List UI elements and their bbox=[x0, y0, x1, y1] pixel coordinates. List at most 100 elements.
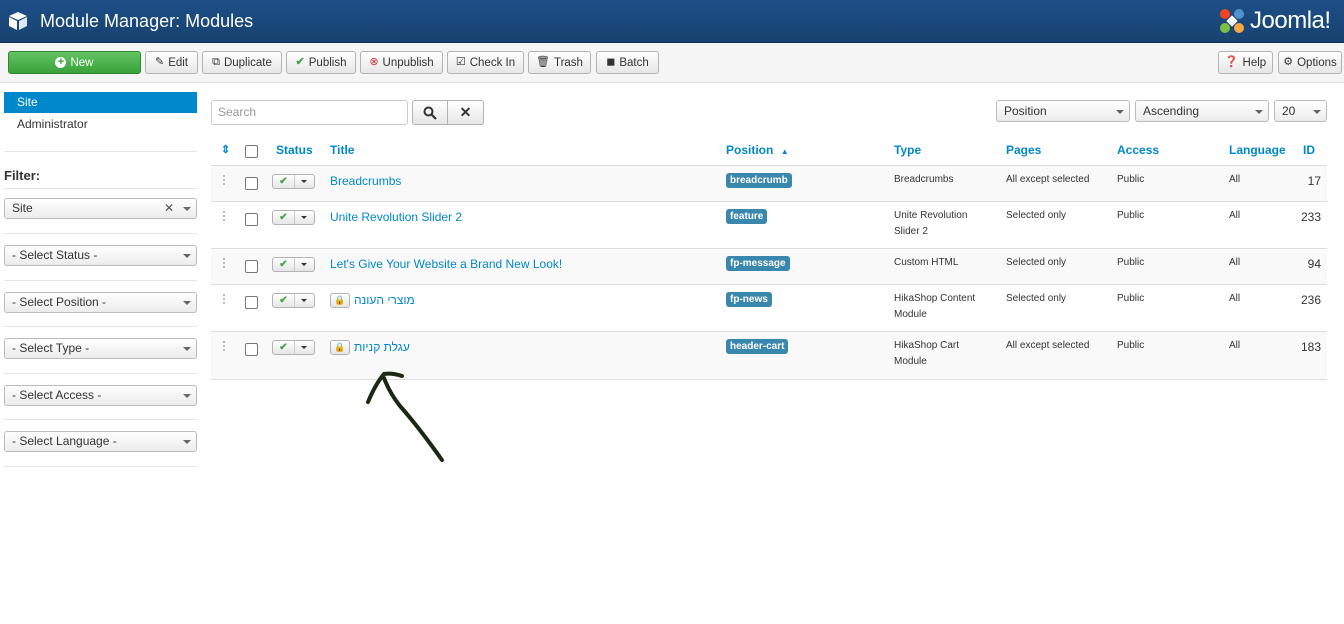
chevron-down-icon bbox=[1116, 110, 1124, 114]
module-title-link[interactable]: Let's Give Your Website a Brand New Look… bbox=[330, 257, 562, 271]
list-limit-value: 20 bbox=[1282, 104, 1296, 118]
clear-search-button[interactable]: ✕ bbox=[448, 100, 484, 125]
sort-field-select[interactable]: Position bbox=[996, 100, 1130, 122]
column-header-title[interactable]: Title bbox=[330, 143, 354, 157]
status-dropdown-caret[interactable] bbox=[295, 341, 314, 354]
language-filter-select[interactable]: - Select Language - bbox=[4, 431, 197, 452]
trash-button[interactable]: 🗑 Trash bbox=[528, 51, 591, 74]
column-header-position[interactable]: Position ▲ bbox=[726, 143, 789, 157]
batch-button[interactable]: ◼ Batch bbox=[596, 51, 659, 74]
toolbar: + New ✎ Edit ⧉ Duplicate ✔ Publish ⊗ Unp… bbox=[0, 43, 1344, 83]
position-badge: header-cart bbox=[726, 339, 789, 354]
module-title-link[interactable]: עגלת קניות bbox=[354, 340, 410, 354]
type-text: Slider 2 bbox=[894, 226, 928, 237]
publish-button-label: Publish bbox=[308, 56, 347, 69]
module-title-link[interactable]: מוצרי העונה bbox=[354, 293, 415, 307]
status-filter-select[interactable]: - Select Status - bbox=[4, 245, 197, 266]
pages-cell: All except selected bbox=[1006, 174, 1090, 185]
type-text: Module bbox=[894, 356, 927, 367]
checkmark-icon: ✔ bbox=[295, 56, 305, 68]
chevron-down-icon bbox=[183, 440, 191, 444]
status-toggle[interactable]: ✔ bbox=[272, 340, 315, 355]
options-button[interactable]: ⚙ Options bbox=[1278, 51, 1342, 74]
ordering-sort-icon[interactable]: ⇕ bbox=[221, 143, 230, 156]
list-limit-select[interactable]: 20 bbox=[1274, 100, 1327, 122]
column-header-status[interactable]: Status bbox=[276, 143, 313, 157]
pages-cell: Selected only bbox=[1006, 210, 1067, 221]
client-filter-select[interactable]: Site ✕ bbox=[4, 198, 197, 219]
id-cell: 183 bbox=[1300, 340, 1321, 354]
sidebar-divider bbox=[4, 466, 197, 467]
status-toggle[interactable]: ✔ bbox=[272, 210, 315, 225]
row-checkbox[interactable] bbox=[245, 343, 258, 356]
trash-button-label: Trash bbox=[553, 56, 583, 69]
sidebar-item-site[interactable]: Site bbox=[4, 92, 197, 113]
help-button[interactable]: ❓ Help bbox=[1218, 51, 1273, 74]
new-button[interactable]: + New bbox=[8, 51, 141, 74]
type-filter-select[interactable]: - Select Type - bbox=[4, 338, 197, 359]
position-badge: breadcrumb bbox=[726, 173, 792, 188]
sidebar-divider bbox=[4, 233, 197, 234]
id-cell: 94 bbox=[1307, 257, 1321, 271]
table-row: ✔ 🔒 מוצרי העונה fp-news HikaShop Content… bbox=[211, 285, 1327, 331]
sidebar-divider bbox=[4, 373, 197, 374]
lock-icon[interactable]: 🔒 bbox=[330, 293, 350, 308]
published-check-icon[interactable]: ✔ bbox=[273, 175, 295, 188]
joomla-mark-icon bbox=[1220, 9, 1244, 33]
position-filter-select[interactable]: - Select Position - bbox=[4, 292, 197, 313]
clear-icon[interactable]: ✕ bbox=[164, 199, 174, 218]
drag-handle-icon[interactable] bbox=[223, 211, 226, 221]
status-dropdown-caret[interactable] bbox=[295, 175, 314, 188]
sidebar-item-administrator[interactable]: Administrator bbox=[4, 114, 197, 135]
lock-icon[interactable]: 🔒 bbox=[330, 340, 350, 355]
client-filter-value: Site bbox=[12, 201, 33, 215]
checkin-button[interactable]: ☑ Check In bbox=[447, 51, 524, 74]
sort-direction-value: Ascending bbox=[1143, 104, 1200, 118]
access-filter-select[interactable]: - Select Access - bbox=[4, 385, 197, 406]
type-text: HikaShop Cart bbox=[894, 340, 960, 351]
drag-handle-icon[interactable] bbox=[223, 341, 226, 351]
type-cell: HikaShop Cart Module bbox=[894, 338, 959, 370]
row-checkbox[interactable] bbox=[245, 213, 258, 226]
module-title-link[interactable]: Breadcrumbs bbox=[330, 174, 401, 188]
published-check-icon[interactable]: ✔ bbox=[273, 294, 295, 307]
id-cell: 236 bbox=[1300, 293, 1321, 307]
published-check-icon[interactable]: ✔ bbox=[273, 341, 295, 354]
access-cell: Public bbox=[1117, 340, 1145, 351]
column-header-type[interactable]: Type bbox=[894, 143, 921, 157]
search-button[interactable] bbox=[412, 100, 448, 125]
chevron-down-icon bbox=[183, 347, 191, 351]
chevron-down-icon bbox=[183, 301, 191, 305]
duplicate-button[interactable]: ⧉ Duplicate bbox=[202, 51, 282, 74]
row-checkbox[interactable] bbox=[245, 296, 258, 309]
select-all-checkbox[interactable] bbox=[245, 145, 258, 158]
status-dropdown-caret[interactable] bbox=[295, 211, 314, 224]
published-check-icon[interactable]: ✔ bbox=[273, 211, 295, 224]
unpublish-button[interactable]: ⊗ Unpublish bbox=[360, 51, 443, 74]
column-header-access[interactable]: Access bbox=[1117, 143, 1159, 157]
chevron-down-icon bbox=[183, 254, 191, 258]
sort-direction-select[interactable]: Ascending bbox=[1135, 100, 1269, 122]
edit-button[interactable]: ✎ Edit bbox=[145, 51, 198, 74]
checkin-button-label: Check In bbox=[469, 56, 516, 69]
column-header-pages[interactable]: Pages bbox=[1006, 143, 1041, 157]
column-header-language[interactable]: Language bbox=[1229, 143, 1286, 157]
status-dropdown-caret[interactable] bbox=[295, 294, 314, 307]
row-checkbox[interactable] bbox=[245, 260, 258, 273]
drag-handle-icon[interactable] bbox=[223, 258, 226, 268]
gear-icon: ⚙ bbox=[1283, 56, 1294, 68]
drag-handle-icon[interactable] bbox=[223, 175, 226, 185]
publish-button[interactable]: ✔ Publish bbox=[286, 51, 356, 74]
status-toggle[interactable]: ✔ bbox=[272, 293, 315, 308]
search-input[interactable]: Search bbox=[211, 100, 408, 125]
edit-button-label: Edit bbox=[168, 56, 189, 69]
status-toggle[interactable]: ✔ bbox=[272, 174, 315, 189]
drag-handle-icon[interactable] bbox=[223, 294, 226, 304]
id-cell: 17 bbox=[1307, 174, 1321, 188]
published-check-icon[interactable]: ✔ bbox=[273, 258, 295, 271]
column-header-id[interactable]: ID bbox=[1303, 143, 1315, 157]
status-dropdown-caret[interactable] bbox=[295, 258, 314, 271]
status-toggle[interactable]: ✔ bbox=[272, 257, 315, 272]
row-checkbox[interactable] bbox=[245, 177, 258, 190]
module-title-link[interactable]: Unite Revolution Slider 2 bbox=[330, 210, 462, 224]
